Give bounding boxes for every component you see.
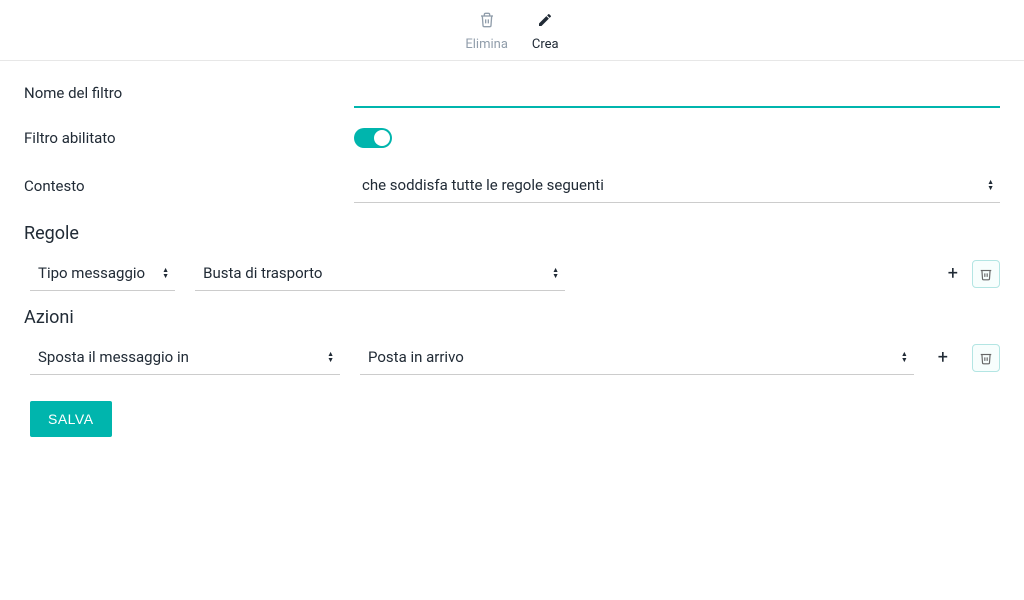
filter-name-input[interactable] (354, 77, 1000, 108)
delete-action-button[interactable] (972, 344, 1000, 372)
pencil-icon (537, 12, 553, 33)
filter-name-label: Nome del filtro (24, 84, 354, 102)
rule-field-value: Tipo messaggio (30, 256, 175, 290)
context-value: che soddisfa tutte le regole seguenti (354, 168, 1000, 202)
rule-row: Tipo messaggio Busta di trasporto + (24, 256, 1000, 291)
trash-icon (979, 267, 993, 281)
action-row: Sposta il messaggio in Posta in arrivo + (24, 340, 1000, 375)
delete-action: Elimina (465, 12, 508, 52)
context-label: Contesto (24, 177, 354, 195)
rules-heading: Regole (24, 223, 1000, 244)
rule-value-select[interactable]: Busta di trasporto (195, 256, 565, 291)
delete-rule-button[interactable] (972, 260, 1000, 288)
filter-enabled-toggle[interactable] (354, 128, 392, 148)
rule-field-select[interactable]: Tipo messaggio (30, 256, 175, 291)
action-type-value: Sposta il messaggio in (30, 340, 340, 374)
rule-value: Busta di trasporto (195, 256, 565, 290)
create-label: Crea (532, 37, 559, 52)
delete-label: Elimina (465, 37, 508, 52)
actions-heading: Azioni (24, 307, 1000, 328)
create-action[interactable]: Crea (532, 12, 559, 52)
trash-icon (479, 12, 495, 33)
save-button[interactable]: SALVA (30, 401, 112, 437)
trash-icon (979, 351, 993, 365)
add-rule-button[interactable]: + (944, 263, 962, 285)
context-select[interactable]: che soddisfa tutte le regole seguenti (354, 168, 1000, 203)
filter-enabled-label: Filtro abilitato (24, 129, 354, 147)
action-type-select[interactable]: Sposta il messaggio in (30, 340, 340, 375)
action-target-value: Posta in arrivo (360, 340, 914, 374)
action-target-select[interactable]: Posta in arrivo (360, 340, 914, 375)
add-action-button[interactable]: + (934, 347, 952, 369)
